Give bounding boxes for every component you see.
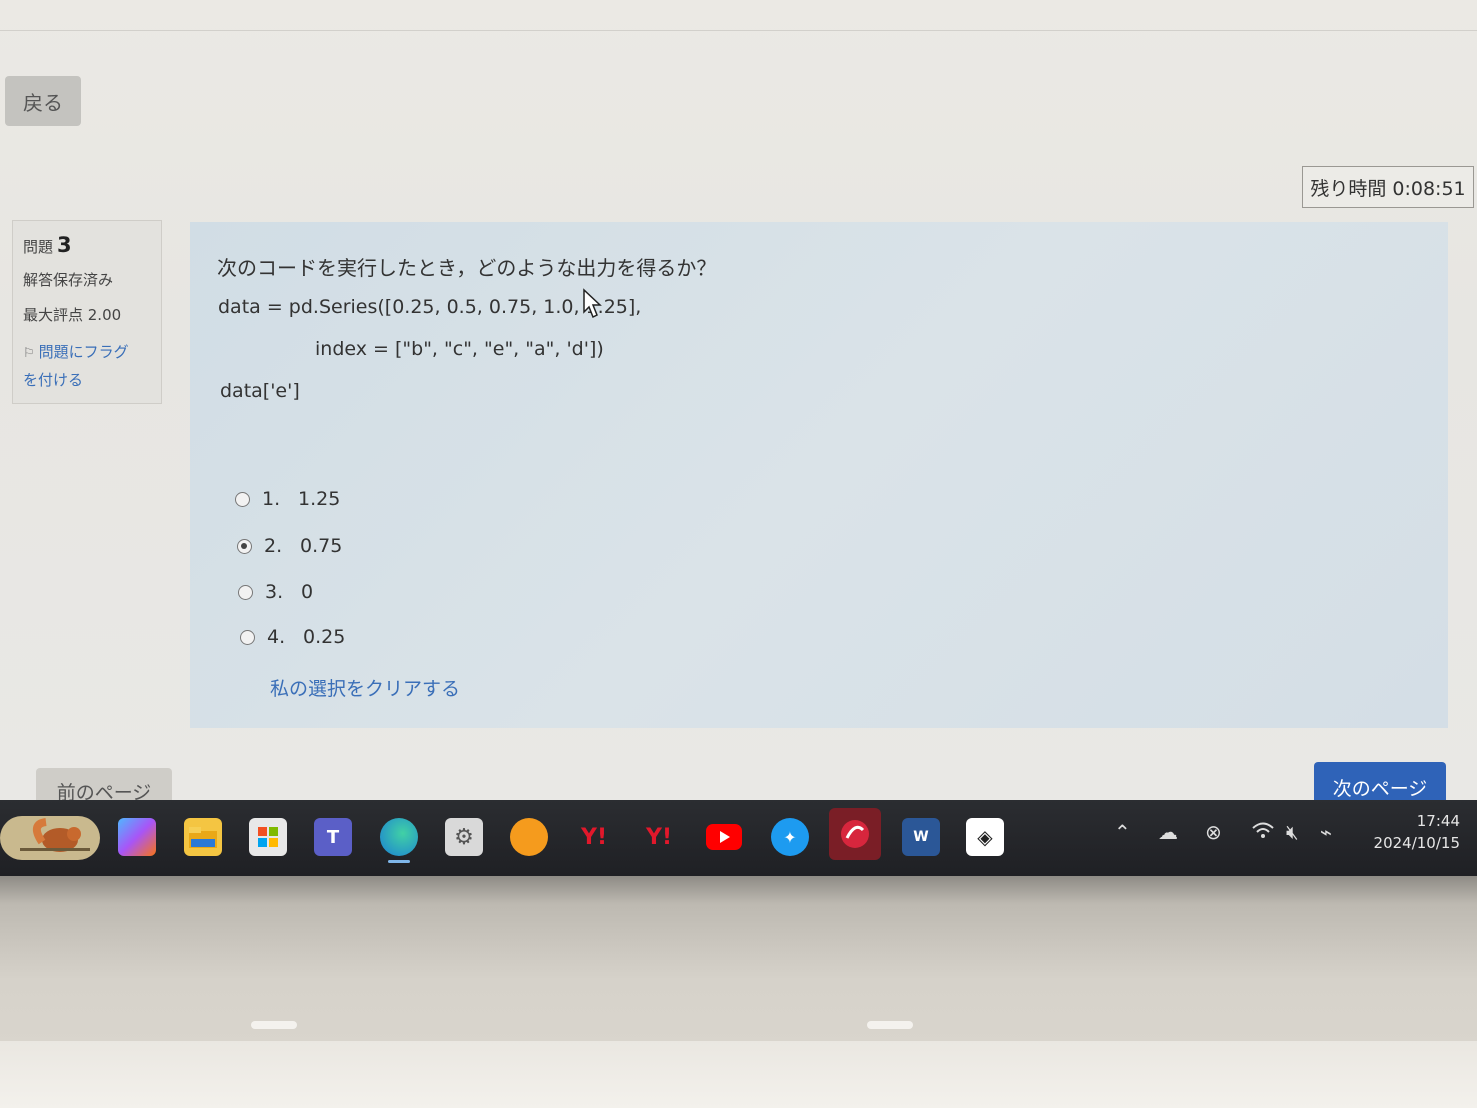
copilot-icon[interactable] [118,818,156,856]
question-number: 3 [57,233,72,257]
battery-icon[interactable]: ⌁ [1320,820,1332,844]
question-panel: 次のコードを実行したとき，どのような出力を得るか？ data = pd.Seri… [190,222,1448,728]
clock-date: 2024/10/15 [1373,834,1460,852]
question-info-panel: 問題 3 解答保存済み 最大評点 2.00 ⚐ 問題にフラグ を付ける [12,220,162,404]
answer-option-4[interactable]: 4. 0.25 [240,626,345,648]
teams-icon[interactable]: T [314,818,352,856]
option-number: 1. [262,488,281,510]
clear-selection-link[interactable]: 私の選択をクリアする [270,674,460,701]
edge-icon[interactable] [380,818,418,856]
flag-label-1: 問題にフラグ [38,343,129,361]
option-value: 0.25 [303,626,346,648]
question-number-heading: 問題 3 [23,233,151,257]
radio-button[interactable] [238,584,253,600]
yahoo-icon[interactable]: Y! [640,818,678,856]
settings-icon[interactable]: ⚙ [445,818,483,856]
remaining-time: 残り時間 0:08:51 [1302,166,1474,208]
store-icon[interactable] [249,818,287,856]
code-line: data['e'] [220,380,300,402]
option-value: 1.25 [298,488,341,510]
trend-micro-icon[interactable] [829,808,881,860]
option-value: 0 [301,581,314,603]
option-value: 0.75 [300,535,343,557]
question-label: 問題 [23,238,54,256]
taskbar-clock[interactable]: 17:44 2024/10/15 [1360,810,1460,854]
mouse-cursor-icon [583,288,602,319]
answer-option-3[interactable]: 3. 0 [238,581,313,603]
option-number: 4. [267,626,286,648]
option-number: 2. [264,535,283,557]
volume-muted-icon[interactable]: 🔇︎ [1286,820,1299,844]
answer-option-1[interactable]: 1. 1.25 [235,488,340,510]
code-line: index = ["b", "c", "e", "a", 'd']) [315,338,604,360]
flag-question-link[interactable]: ⚐ 問題にフラグ を付ける [23,339,151,393]
radio-button-selected[interactable] [237,538,252,554]
laptop-bezel [0,876,1477,1108]
clock-time: 17:44 [1416,812,1460,830]
answer-option-2[interactable]: 2. 0.75 [237,535,342,557]
youtube-icon[interactable] [705,818,743,856]
back-button[interactable]: 戻る [5,76,81,126]
taskbar: T ⚙ Y! Y! ✦ W ◈ ⌃ ☁ ⊗ 🔇︎ ⌁ 17:44 2024/10… [0,800,1477,876]
onedrive-icon[interactable]: ☁ [1158,820,1178,844]
show-hidden-icons-icon[interactable]: ⌃ [1114,820,1131,844]
yahoo-icon[interactable]: Y! [575,818,613,856]
widgets-icon[interactable] [0,816,100,860]
radio-button[interactable] [240,629,255,645]
wifi-icon[interactable] [1251,820,1275,845]
twitter-icon[interactable]: ✦ [771,818,809,856]
previous-page-button[interactable]: 前のページ [36,768,172,800]
file-explorer-icon[interactable] [184,818,222,856]
question-text: 次のコードを実行したとき，どのような出力を得るか？ [217,256,717,280]
app-orange-icon[interactable] [510,818,548,856]
option-number: 3. [265,581,284,603]
flag-label-2: を付ける [23,371,84,389]
browser-screen: 戻る 残り時間 0:08:51 問題 3 解答保存済み 最大評点 2.00 ⚐ 問題… [0,0,1477,800]
laptop-base [0,1041,1477,1108]
bezel-foot [867,1021,913,1029]
bezel-foot [251,1021,297,1029]
active-indicator [388,860,410,863]
answer-status: 解答保存済み [23,271,114,289]
next-page-button[interactable]: 次のページ [1314,762,1446,800]
app-chat-icon[interactable]: ◈ [966,818,1004,856]
radio-button[interactable] [235,491,250,507]
close-circle-icon[interactable]: ⊗ [1205,820,1222,844]
max-score: 最大評点 2.00 [23,306,122,324]
code-line: data = pd.Series([0.25, 0.5, 0.75, 1.0, … [218,296,642,318]
divider [0,30,1477,31]
flag-icon: ⚐ [23,346,35,361]
word-icon[interactable]: W [902,818,940,856]
